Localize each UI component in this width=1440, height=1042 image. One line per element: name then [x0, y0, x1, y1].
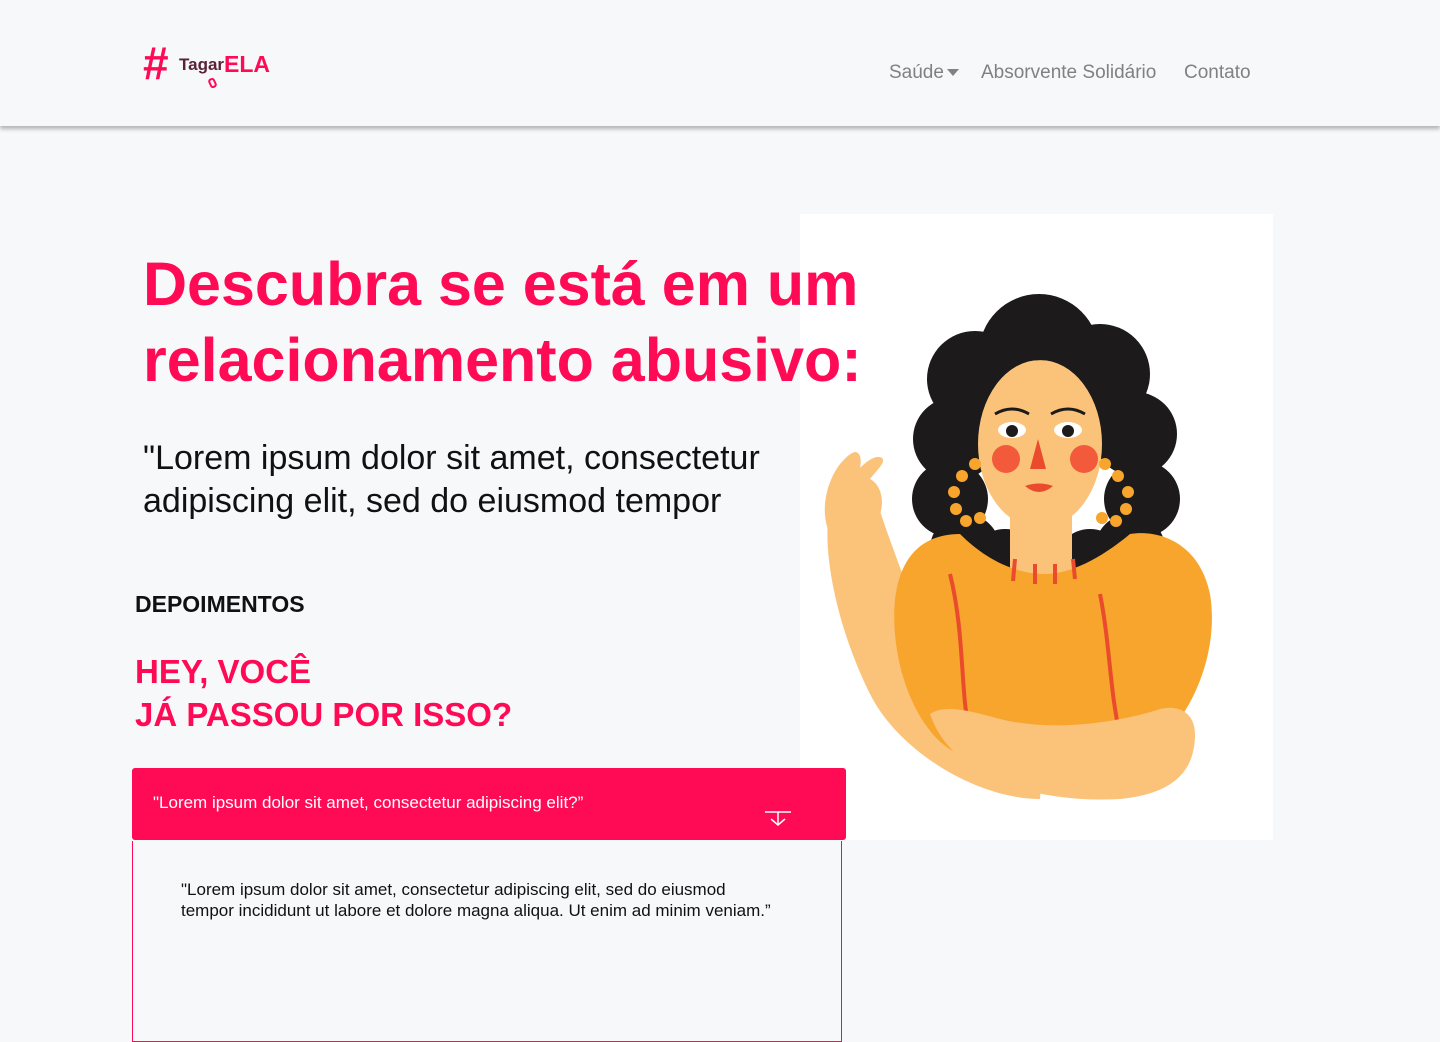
depoimentos-label: DEPOIMENTOS	[135, 591, 305, 617]
nav-saude-label: Saúde	[889, 62, 944, 83]
navbar: # Tagar ELA Saúde Absorvente Solidário C…	[0, 0, 1440, 126]
depoimentos-title: HEY, VOCÊ JÁ PASSOU POR ISSO?	[135, 650, 512, 736]
depoimentos-title-line1: HEY, VOCÊ	[135, 653, 312, 690]
depoimentos-title-line2: JÁ PASSOU POR ISSO?	[135, 696, 513, 733]
nav-absorvente-solidario[interactable]: Absorvente Solidário	[981, 62, 1156, 84]
logo-tagar: Tagar	[179, 55, 225, 74]
arrow-down-icon[interactable]	[764, 810, 792, 828]
nav-saude-dropdown[interactable]: Saúde	[889, 62, 959, 84]
logo-hash: #	[143, 37, 169, 89]
nav-contato[interactable]: Contato	[1184, 62, 1251, 84]
logo[interactable]: # Tagar ELA	[143, 40, 283, 90]
accordion-header[interactable]: "Lorem ipsum dolor sit amet, consectetur…	[132, 768, 846, 840]
mic-icon	[207, 76, 218, 90]
accordion-question: "Lorem ipsum dolor sit amet, consectetur…	[153, 793, 584, 812]
logo-ela: ELA	[224, 51, 270, 77]
caret-down-icon	[946, 69, 959, 77]
face	[978, 360, 1102, 528]
hero-quote: "Lorem ipsum dolor sit amet, consectetur…	[143, 439, 760, 520]
accordion-answer: "Lorem ipsum dolor sit amet, consectetur…	[181, 880, 771, 920]
accordion-body: "Lorem ipsum dolor sit amet, consectetur…	[132, 841, 842, 1042]
hero-title: Descubra se está em um relacionamento ab…	[143, 250, 862, 394]
